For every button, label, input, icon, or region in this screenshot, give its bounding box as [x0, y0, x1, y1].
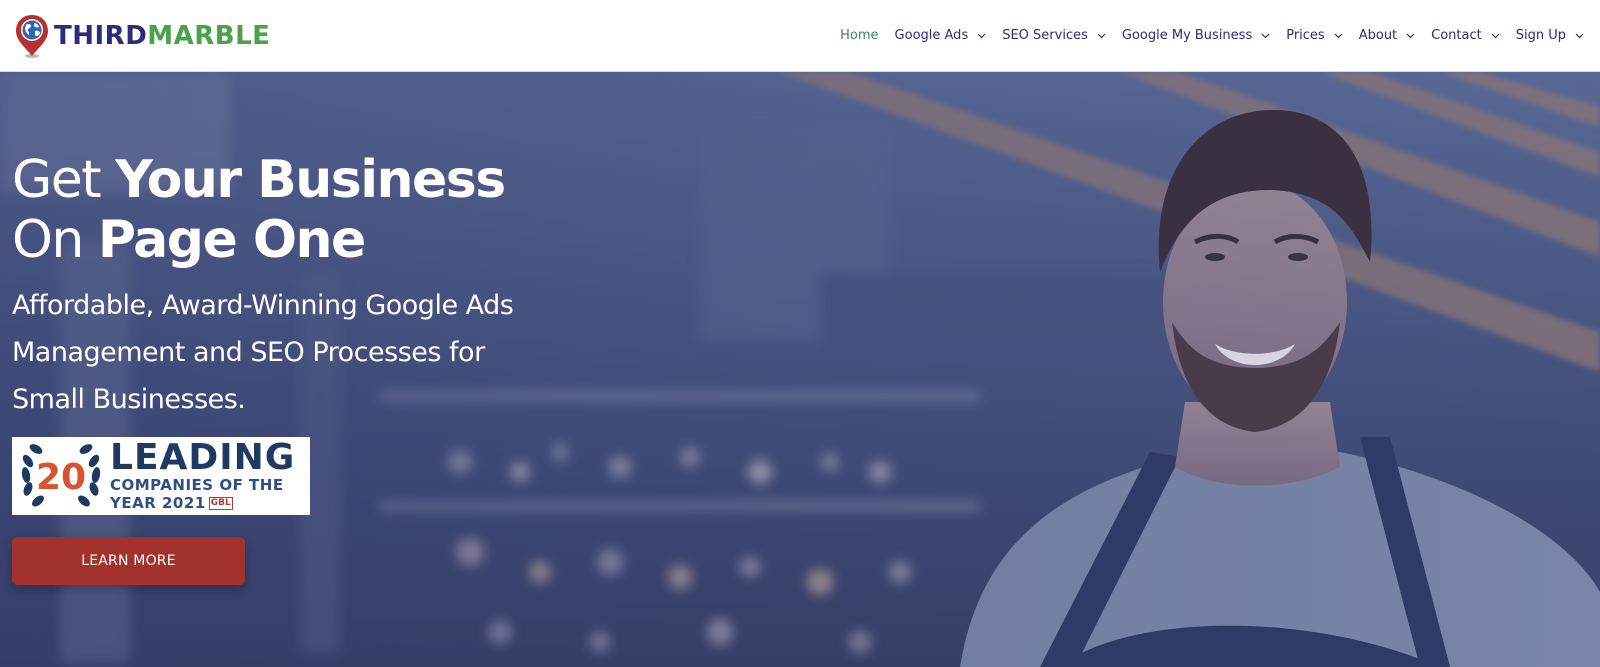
nav-item-home[interactable]: Home: [832, 28, 886, 43]
nav-item-label: About: [1358, 28, 1398, 43]
site-header: THIRDMARBLE Home Google Ads SEO Services…: [0, 0, 1600, 72]
nav-item-label: Google My Business: [1121, 28, 1253, 43]
headline-line2-light: On: [12, 210, 98, 270]
hero-headline: Get Your Business On Page One: [12, 150, 572, 270]
award-year-row: YEAR 2021 GBL: [110, 494, 295, 512]
award-text: LEADING COMPANIES OF THE YEAR 2021 GBL: [110, 437, 296, 513]
chevron-down-icon: [1575, 33, 1584, 38]
main-nav: Home Google Ads SEO Services Google My B…: [832, 0, 1592, 71]
nav-item-label: SEO Services: [1002, 28, 1088, 43]
headline-line2-bold: Page One: [97, 210, 366, 270]
chevron-down-icon: [1334, 33, 1343, 38]
logo-text-third: THIRD: [54, 20, 148, 51]
nav-item-about[interactable]: About: [1351, 28, 1423, 43]
nav-item-prices[interactable]: Prices: [1278, 28, 1351, 43]
chevron-down-icon: [1406, 33, 1415, 38]
award-gbl-mark: GBL: [208, 496, 233, 510]
laurel-wreath-icon: 20: [21, 444, 101, 507]
headline-line1-light: Get: [12, 150, 116, 210]
learn-more-button[interactable]: LEARN MORE: [12, 537, 245, 585]
nav-item-google-my-business[interactable]: Google My Business: [1114, 28, 1278, 43]
hero-content: Get Your Business On Page One Affordable…: [12, 150, 572, 585]
award-badge: 20 LEADING COMPANIES OF THE YEAR 2021 GB…: [12, 437, 310, 515]
award-line-3: YEAR 2021: [110, 494, 206, 512]
nav-item-seo-services[interactable]: SEO Services: [994, 28, 1114, 43]
chevron-down-icon: [1491, 33, 1500, 38]
nav-item-google-ads[interactable]: Google Ads: [887, 28, 995, 43]
award-number: 20: [36, 457, 86, 498]
logo-text-marble: MARBLE: [147, 20, 271, 51]
logo-wordmark: THIRDMARBLE: [54, 23, 270, 49]
nav-item-label: Contact: [1431, 28, 1482, 43]
map-pin-globe-icon: [16, 14, 48, 58]
award-title: LEADING: [110, 437, 296, 478]
hero-section: Get Your Business On Page One Affordable…: [0, 72, 1600, 667]
site-logo[interactable]: THIRDMARBLE: [14, 13, 270, 59]
headline-line1-bold: Your Business: [115, 150, 506, 210]
nav-item-label: Google Ads: [894, 28, 969, 43]
award-line-2: COMPANIES OF THE: [110, 476, 284, 494]
chevron-down-icon: [977, 33, 986, 38]
hero-subheadline: Affordable, Award-Winning Google Ads Man…: [12, 290, 514, 415]
nav-item-contact[interactable]: Contact: [1423, 28, 1508, 43]
nav-item-label: Sign Up: [1515, 28, 1566, 43]
nav-item-label: Home: [840, 28, 879, 43]
nav-item-label: Prices: [1286, 28, 1325, 43]
chevron-down-icon: [1097, 33, 1106, 38]
chevron-down-icon: [1261, 33, 1270, 38]
nav-item-sign-up[interactable]: Sign Up: [1508, 28, 1592, 43]
